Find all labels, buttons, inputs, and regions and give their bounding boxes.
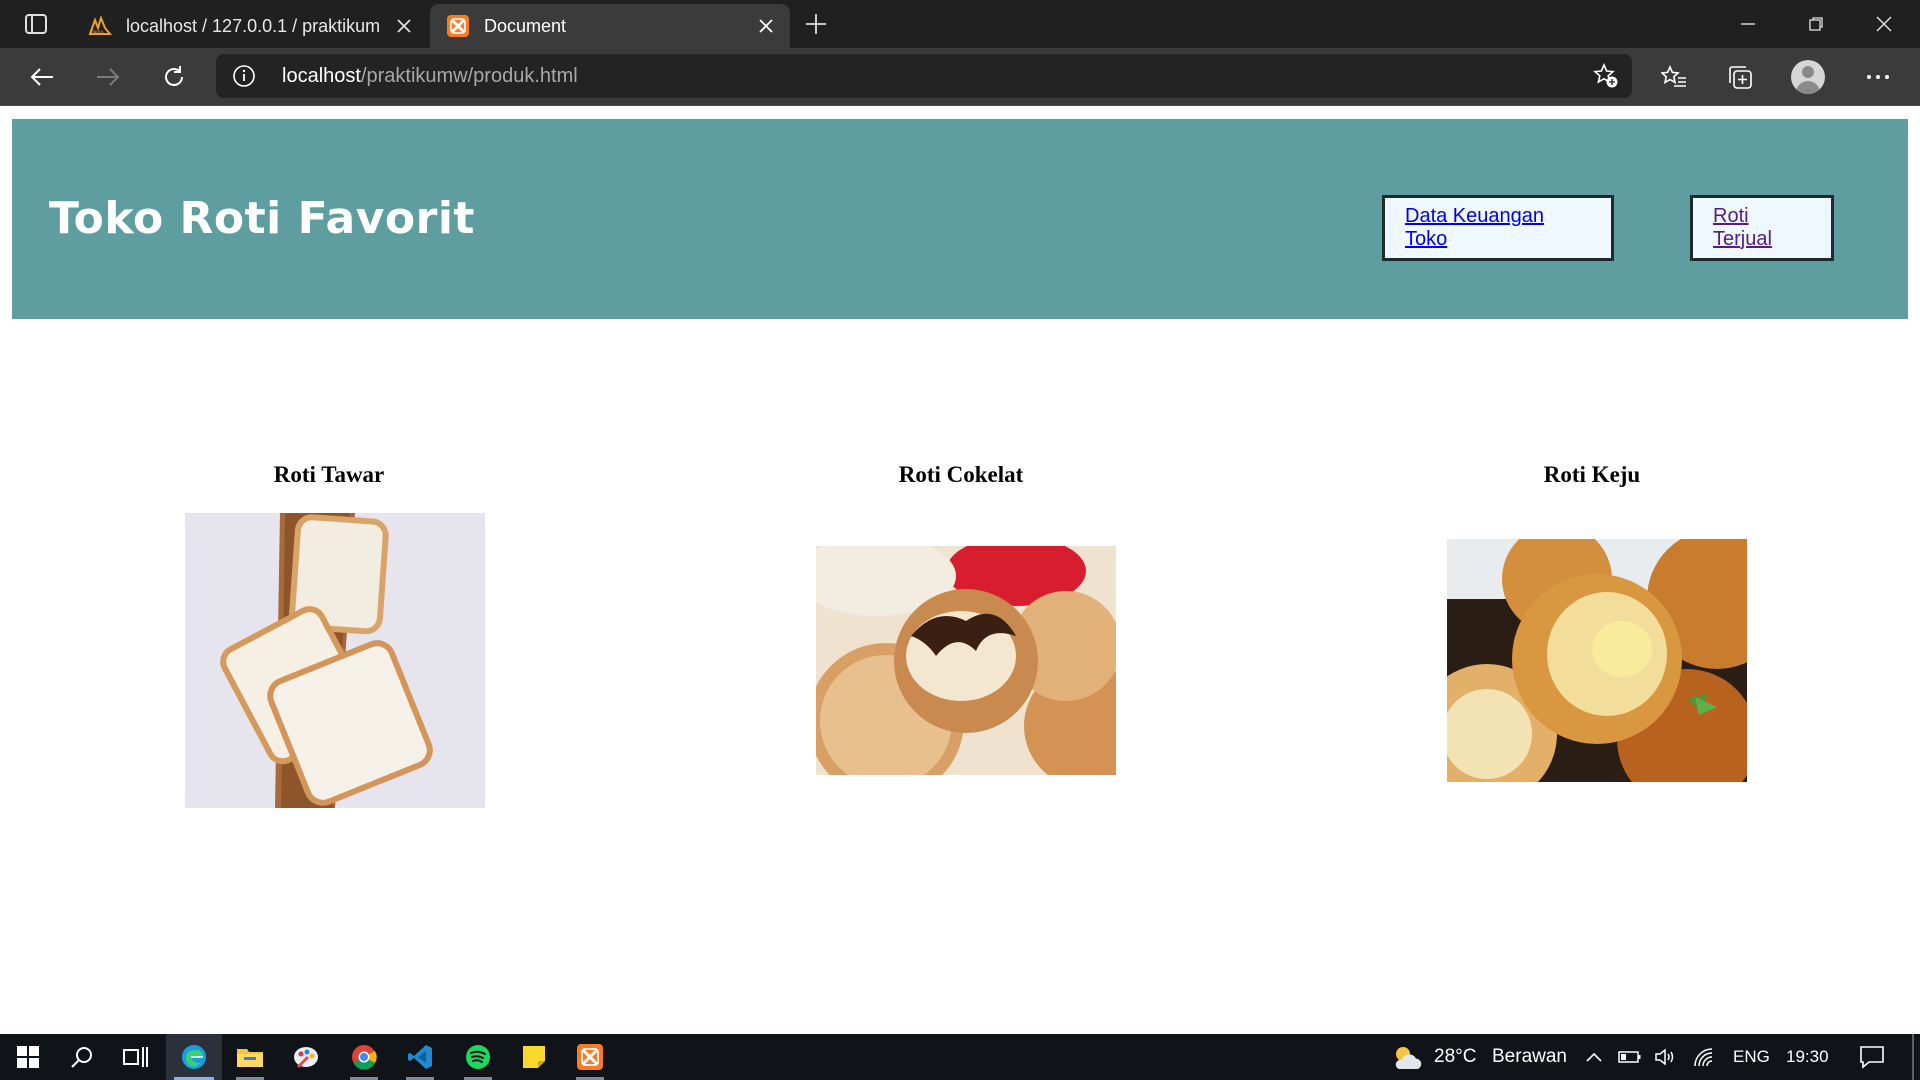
more-options-icon[interactable] [1858,57,1898,97]
new-tab-plus-icon[interactable] [800,8,832,40]
vscode-icon[interactable] [392,1034,448,1080]
nav-box-data-keuangan: Data Keuangan Toko [1382,195,1614,261]
svg-text:PMA: PMA [91,31,104,36]
nav-link-data-keuangan-toko[interactable]: Data Keuangan Toko [1405,205,1591,251]
xampp-icon [446,14,470,38]
clock-time[interactable]: 19:30 [1786,1047,1829,1067]
nav-link-roti-terjual[interactable]: Roti Terjual [1713,205,1811,251]
edge-icon[interactable] [166,1034,222,1080]
volume-icon[interactable] [1654,1045,1678,1069]
profile-avatar[interactable] [1788,57,1828,97]
windows-start-icon[interactable] [0,1034,56,1080]
browser-tab-strip: PMA localhost / 127.0.0.1 / praktikum Do… [0,0,1920,48]
tab-title: localhost / 127.0.0.1 / praktikum [126,15,381,36]
sticky-notes-icon[interactable] [506,1034,562,1080]
chevron-up-icon[interactable] [1582,1045,1606,1069]
windows-taskbar: 28°C Berawan ENG 19:30 [0,1034,1920,1080]
add-favorite-icon[interactable] [1592,62,1620,90]
nav-box-roti-terjual: Roti Terjual [1690,195,1834,261]
task-view-icon[interactable] [108,1034,164,1080]
weather-condition[interactable]: Berawan [1492,1046,1567,1068]
search-icon[interactable] [54,1034,110,1080]
close-icon[interactable] [748,8,784,44]
page-title: Toko Roti Favorit [49,193,475,244]
show-desktop-divider[interactable] [1912,1034,1914,1080]
address-bar[interactable]: localhost/praktikumw/produk.html [216,54,1632,98]
close-window-icon[interactable] [1850,0,1918,48]
restore-icon[interactable] [1782,0,1850,48]
tab-title: Document [484,15,567,36]
close-icon[interactable] [386,8,422,44]
wifi-icon[interactable] [1692,1045,1716,1069]
product-image-roti-tawar [185,513,485,808]
weather-cloudy-icon[interactable] [1390,1043,1424,1071]
product-name: Roti Tawar [273,462,385,487]
product-name: Roti Cokelat [898,462,1024,487]
paint-icon[interactable] [278,1034,334,1080]
url-host: localhost [282,65,361,87]
product-name: Roti Keju [1543,462,1641,487]
browser-toolbar: localhost/praktikumw/produk.html [0,48,1920,106]
product-card-roti-keju: Roti Keju [1277,462,1907,488]
tab-actions-icon[interactable] [16,10,56,38]
chrome-icon[interactable] [336,1034,392,1080]
notification-center-icon[interactable] [1858,1043,1886,1071]
forward-arrow-icon[interactable] [88,57,128,97]
refresh-icon[interactable] [154,57,194,97]
info-icon[interactable] [230,62,258,90]
tab-document[interactable]: Document [430,4,790,48]
page-viewport: Toko Roti Favorit Data Keuangan Toko Rot… [0,107,1920,1034]
input-language[interactable]: ENG [1733,1047,1770,1067]
battery-icon[interactable] [1618,1045,1642,1069]
favorites-icon[interactable] [1654,57,1694,97]
phpmyadmin-icon: PMA [88,14,112,38]
product-image-roti-cokelat [816,546,1116,775]
url-text[interactable]: localhost/praktikumw/produk.html [282,65,578,88]
product-image-roti-keju [1447,539,1747,782]
weather-temperature[interactable]: 28°C [1434,1046,1476,1068]
tab-phpmyadmin[interactable]: PMA localhost / 127.0.0.1 / praktikum [72,4,428,48]
avatar [1791,60,1825,94]
file-explorer-icon[interactable] [222,1034,278,1080]
product-card-roti-cokelat: Roti Cokelat [646,462,1276,488]
back-arrow-icon[interactable] [22,57,62,97]
product-card-roti-tawar: Roti Tawar [14,462,644,488]
spotify-icon[interactable] [450,1034,506,1080]
collections-icon[interactable] [1720,57,1760,97]
minimize-icon[interactable] [1714,0,1782,48]
url-path: /praktikumw/produk.html [360,65,578,87]
site-header: Toko Roti Favorit Data Keuangan Toko Rot… [12,119,1908,319]
xampp-icon[interactable] [562,1034,618,1080]
